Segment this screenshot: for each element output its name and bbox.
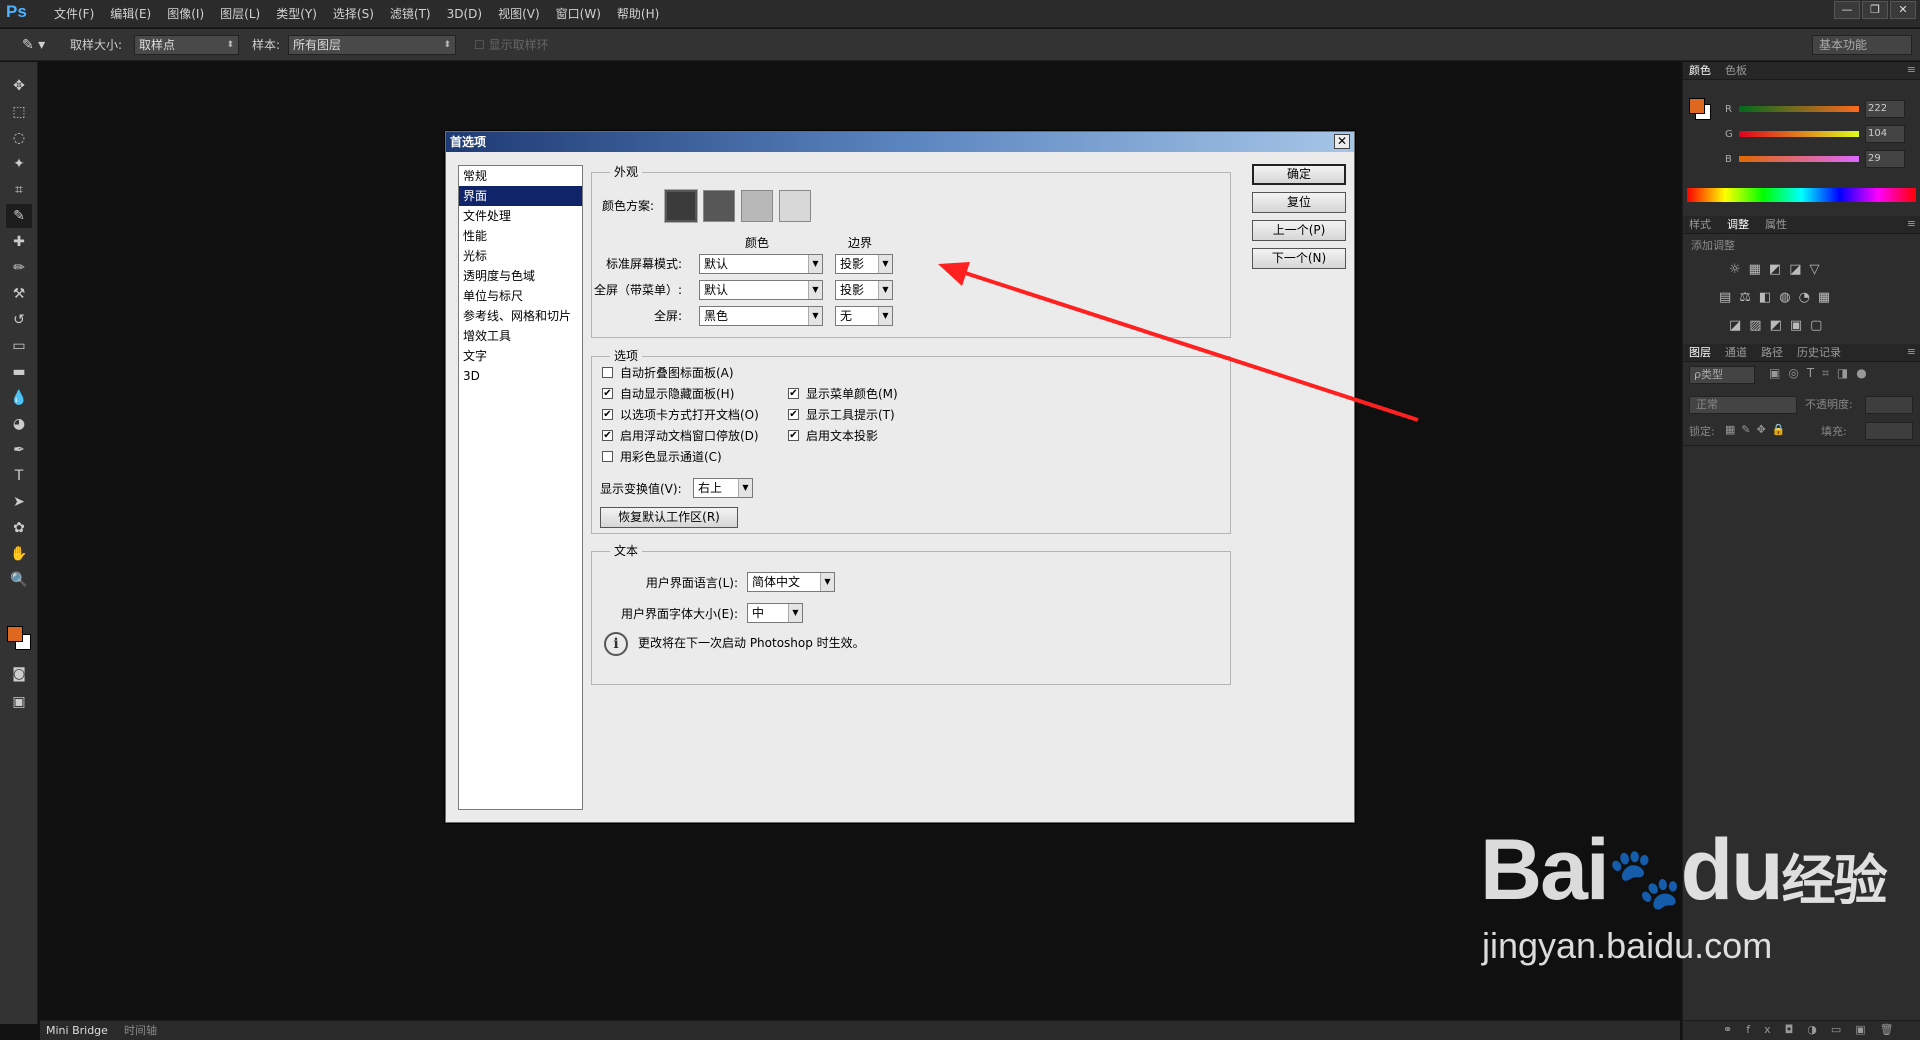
watermark-suffix: 经验 — [1781, 851, 1888, 911]
watermark-paw-icon: 🐾 — [1607, 845, 1683, 912]
photoshop-window: Ps 文件(F) 编辑(E) 图像(I) 图层(L) 类型(Y) 选择(S) 滤镜(T) 3D… — [0, 0, 1920, 1040]
watermark-brand: Bai🐾du经验 — [1480, 827, 1888, 921]
arrow-shaft — [955, 268, 1419, 422]
baidu-watermark: Bai🐾du经验 jingyan.baidu.com — [1480, 827, 1888, 971]
arrow-head — [938, 262, 970, 286]
watermark-du: du — [1680, 822, 1784, 918]
watermark-url: jingyan.baidu.com — [1482, 925, 1773, 966]
watermark-bai: Bai — [1480, 822, 1610, 918]
